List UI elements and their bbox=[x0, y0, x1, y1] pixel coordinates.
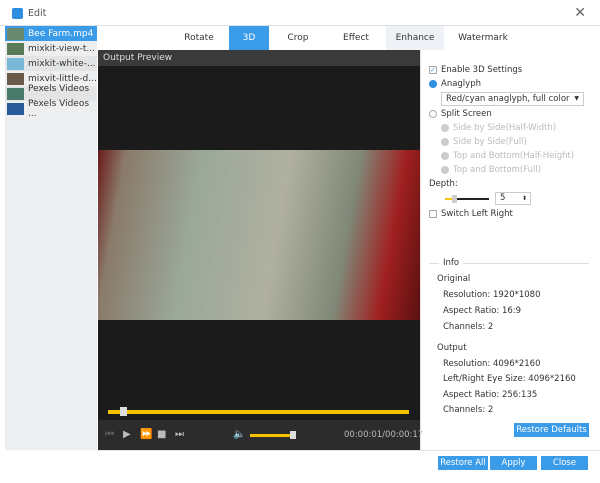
thumbnail bbox=[7, 87, 24, 100]
original-heading: Original bbox=[437, 274, 471, 284]
output-resolution: Resolution: 4096*2160 bbox=[443, 359, 541, 369]
restore-all-button[interactable]: Restore All bbox=[438, 456, 488, 470]
restore-defaults-button[interactable]: Restore Defaults bbox=[514, 423, 589, 437]
split-option[interactable]: Top and Bottom(Full) bbox=[441, 165, 541, 175]
file-name: Pexels Videos ... bbox=[28, 98, 90, 119]
close-icon[interactable]: ✕ bbox=[574, 5, 586, 21]
skip-end-icon[interactable]: ⏭ bbox=[175, 429, 184, 440]
thumbnail bbox=[7, 72, 24, 85]
value: 5 bbox=[500, 193, 506, 203]
divider bbox=[97, 450, 600, 451]
video-frame bbox=[98, 150, 420, 320]
depth-handle[interactable] bbox=[452, 195, 457, 203]
label: Top and Bottom(Full) bbox=[453, 165, 542, 175]
thumbnail bbox=[7, 42, 24, 55]
depth-stepper[interactable]: 5 ⬍ bbox=[495, 192, 531, 205]
tab-effect[interactable]: Effect bbox=[333, 26, 379, 50]
stepper-arrows-icon[interactable]: ⬍ bbox=[522, 193, 527, 204]
skip-start-icon[interactable]: ⏮ bbox=[105, 429, 114, 440]
file-name: mixkit-view-t... bbox=[28, 43, 95, 54]
thumbnail bbox=[7, 27, 24, 40]
output-preview: Output Preview ⏮ ▶ ⏩ ■ ⏭ 🔈 00:00:01/00:0… bbox=[98, 50, 424, 450]
label: Split Screen bbox=[441, 109, 492, 119]
window-title: Edit bbox=[28, 8, 47, 19]
selected-value: Red/cyan anaglyph, full color bbox=[446, 94, 570, 104]
file-item[interactable]: mixkit-white-... bbox=[5, 56, 97, 71]
title-bar: Edit ✕ bbox=[0, 0, 600, 26]
original-channels: Channels: 2 bbox=[443, 322, 494, 332]
split-option[interactable]: Top and Bottom(Half-Height) bbox=[441, 151, 574, 161]
anaglyph-radio[interactable]: Anaglyph bbox=[429, 79, 481, 89]
file-item[interactable]: mixkit-view-t... bbox=[5, 41, 97, 56]
progress-slider[interactable] bbox=[108, 410, 409, 414]
tab-bar: Rotate 3D Crop Effect Enhance Watermark bbox=[97, 26, 600, 50]
play-icon[interactable]: ▶ bbox=[123, 429, 131, 440]
tab-watermark[interactable]: Watermark bbox=[452, 26, 514, 50]
file-item[interactable]: Pexels Videos ... bbox=[5, 98, 97, 119]
label: Enable 3D Settings bbox=[441, 65, 523, 75]
output-eye-size: Left/Right Eye Size: 4096*2160 bbox=[443, 374, 576, 384]
apply-button[interactable]: Apply bbox=[490, 456, 537, 470]
app-icon bbox=[12, 8, 23, 19]
file-name: mixvit-little-d... bbox=[28, 73, 97, 84]
tab-rotate[interactable]: Rotate bbox=[177, 26, 221, 50]
tab-crop[interactable]: Crop bbox=[277, 26, 319, 50]
label: Side by Side(Half-Width) bbox=[453, 123, 557, 133]
output-channels: Channels: 2 bbox=[443, 405, 494, 415]
thumbnail bbox=[7, 57, 24, 70]
radio-disabled-icon bbox=[441, 166, 449, 174]
radio-selected-icon bbox=[429, 80, 437, 88]
output-aspect: Aspect Ratio: 256:135 bbox=[443, 390, 538, 400]
preview-title: Output Preview bbox=[98, 50, 420, 66]
label: Side by Side(Full) bbox=[453, 137, 527, 147]
dropdown-arrow-icon: ▼ bbox=[574, 95, 579, 102]
output-heading: Output bbox=[437, 343, 467, 353]
file-name: Bee Farm.mp4 bbox=[28, 28, 94, 39]
anaglyph-mode-select[interactable]: Red/cyan anaglyph, full color ▼ bbox=[441, 92, 584, 106]
fast-forward-icon[interactable]: ⏩ bbox=[140, 429, 152, 440]
tab-3d[interactable]: 3D bbox=[229, 26, 269, 50]
tab-enhance[interactable]: Enhance bbox=[386, 26, 444, 50]
split-screen-radio[interactable]: Split Screen bbox=[429, 109, 492, 119]
close-button[interactable]: Close bbox=[541, 456, 588, 470]
label: Switch Left Right bbox=[441, 209, 513, 219]
depth-label: Depth: bbox=[429, 179, 458, 189]
thumbnail bbox=[7, 102, 24, 115]
file-name: mixkit-white-... bbox=[28, 58, 96, 69]
original-resolution: Resolution: 1920*1080 bbox=[443, 290, 541, 300]
time-display: 00:00:01/00:00:17 bbox=[344, 430, 424, 440]
stop-icon[interactable]: ■ bbox=[157, 429, 166, 440]
info-title: Info bbox=[439, 258, 464, 268]
file-item[interactable]: Bee Farm.mp4 bbox=[5, 26, 97, 41]
original-aspect: Aspect Ratio: 16:9 bbox=[443, 306, 522, 316]
split-option[interactable]: Side by Side(Full) bbox=[441, 137, 527, 147]
radio-disabled-icon bbox=[441, 152, 449, 160]
label: Top and Bottom(Half-Height) bbox=[453, 151, 575, 161]
split-option[interactable]: Side by Side(Half-Width) bbox=[441, 123, 556, 133]
label: Anaglyph bbox=[441, 79, 481, 89]
progress-handle[interactable] bbox=[120, 407, 128, 416]
radio-icon bbox=[429, 110, 437, 118]
settings-panel: ✓ Enable 3D Settings Anaglyph Red/cyan an… bbox=[420, 50, 597, 450]
volume-handle[interactable] bbox=[290, 431, 296, 439]
radio-disabled-icon bbox=[441, 124, 449, 132]
playback-controls: ⏮ ▶ ⏩ ■ ⏭ 🔈 00:00:01/00:00:17 bbox=[98, 420, 424, 450]
enable-3d-checkbox[interactable]: ✓ Enable 3D Settings bbox=[429, 65, 522, 75]
switch-left-right-checkbox[interactable]: Switch Left Right bbox=[429, 209, 513, 219]
volume-icon[interactable]: 🔈 bbox=[233, 429, 245, 440]
checkbox-checked-icon: ✓ bbox=[429, 66, 437, 74]
checkbox-icon bbox=[429, 210, 437, 218]
radio-disabled-icon bbox=[441, 138, 449, 146]
file-list: Bee Farm.mp4 mixkit-view-t... mixkit-whi… bbox=[5, 26, 97, 450]
